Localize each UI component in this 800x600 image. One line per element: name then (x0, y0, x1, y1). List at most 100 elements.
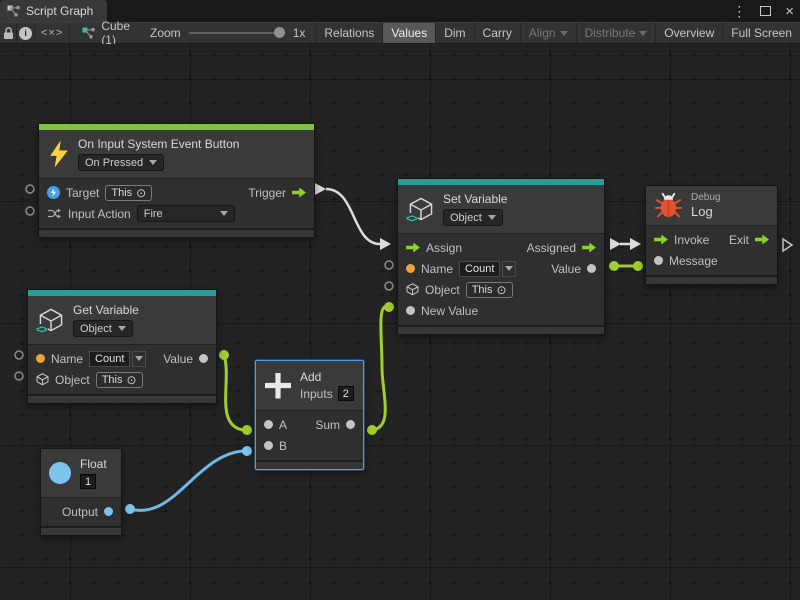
kebab-menu-icon[interactable]: ⋮ (732, 4, 746, 18)
node-body: Name Count Value Object This⊙ (28, 345, 216, 394)
node-header: On Input System Event Button On Pressed (39, 130, 314, 179)
assigned-flow-icon[interactable] (582, 243, 596, 253)
node-debug-log[interactable]: Debug Log Invoke Exit Message (645, 185, 778, 285)
variable-cube-icon: <> (38, 308, 64, 333)
float-value-field[interactable]: 1 (80, 474, 96, 489)
variable-name-dropdown[interactable]: Count (459, 261, 516, 277)
output-port-icon[interactable] (104, 507, 113, 516)
align-button[interactable]: Align (520, 23, 576, 43)
info-icon: i (19, 27, 32, 40)
wire-float-to-b (130, 451, 243, 510)
invoke-flow-icon[interactable] (654, 235, 668, 245)
node-title: On Input System Event Button (78, 137, 239, 151)
input-action-icon (47, 207, 62, 220)
new-value-port-icon[interactable] (406, 306, 415, 315)
node-footer (39, 228, 314, 237)
value-port-icon[interactable] (199, 354, 208, 363)
code-preview-button[interactable]: <×> (35, 23, 70, 43)
message-input-port[interactable] (633, 261, 643, 271)
output-row: Output (41, 501, 121, 522)
inputs-count-field[interactable]: 2 (338, 386, 354, 401)
node-footer (256, 460, 363, 469)
object-value-button[interactable]: This⊙ (466, 282, 513, 298)
set-object-port[interactable] (385, 282, 393, 290)
name-label: Name (421, 262, 453, 276)
node-float[interactable]: Float 1 Output (40, 448, 122, 536)
carry-button[interactable]: Carry (474, 23, 520, 43)
node-header: <> Get Variable Object (28, 296, 216, 345)
get-object-port[interactable] (15, 372, 23, 380)
get-value-output-port[interactable] (219, 350, 229, 360)
add-a-input-port[interactable] (242, 425, 252, 435)
node-add[interactable]: Add Inputs 2 A Sum B (255, 360, 364, 470)
graph-toolbar: i <×> Cube (1) Zoom 1x Relations Values … (0, 22, 800, 44)
sum-output-port[interactable] (367, 425, 377, 435)
values-button[interactable]: Values (382, 23, 435, 43)
exit-flow-icon[interactable] (755, 235, 769, 245)
input-action-label: Input Action (68, 207, 131, 221)
close-icon[interactable]: × (785, 4, 794, 19)
value-port-icon[interactable] (587, 264, 596, 273)
node-on-input-system-event[interactable]: On Input System Event Button On Pressed … (38, 123, 315, 238)
overview-button[interactable]: Overview (655, 23, 722, 43)
value-output-port[interactable] (609, 261, 619, 271)
set-name-port[interactable] (385, 261, 393, 269)
message-row: Message (646, 250, 777, 271)
invoke-input-port[interactable] (630, 238, 641, 250)
target-value-button[interactable]: This⊙ (105, 185, 152, 201)
string-port-icon[interactable] (36, 354, 45, 363)
sum-port-icon[interactable] (346, 420, 355, 429)
assign-input-port[interactable] (380, 238, 391, 250)
b-port-icon[interactable] (264, 441, 273, 450)
assign-flow-icon[interactable] (406, 243, 420, 253)
output-label: Output (62, 505, 98, 519)
trigger-flow-icon[interactable] (292, 188, 306, 198)
name-row: Name Count Value (28, 348, 216, 369)
code-brackets-icon: <> (35, 324, 48, 336)
info-button[interactable]: i (17, 23, 34, 43)
graph-breadcrumb[interactable]: Cube (1) (70, 23, 140, 43)
dim-button[interactable]: Dim (435, 23, 473, 43)
zoom-slider[interactable] (189, 27, 285, 39)
node-header: Float 1 (41, 449, 121, 498)
add-b-input-port[interactable] (242, 446, 252, 456)
graph-canvas[interactable]: On Input System Event Button On Pressed … (0, 44, 800, 600)
object-cube-icon (36, 373, 49, 386)
node-footer (646, 275, 777, 284)
maximize-icon[interactable] (760, 6, 771, 16)
window-controls: ⋮ × (732, 0, 794, 22)
new-value-label: New Value (421, 304, 478, 318)
fullscreen-button[interactable]: Full Screen (722, 23, 800, 43)
event-action-port[interactable] (26, 207, 34, 215)
relations-button[interactable]: Relations (315, 23, 382, 43)
trigger-output-port[interactable] (315, 183, 326, 195)
self-target-icon: ⊙ (136, 187, 146, 199)
message-port-icon[interactable] (654, 256, 663, 265)
event-mode-dropdown[interactable]: On Pressed (78, 154, 164, 171)
exit-output-port[interactable] (783, 239, 792, 251)
node-body: Invoke Exit Message (646, 226, 777, 275)
tab-script-graph[interactable]: Script Graph (0, 0, 107, 22)
assigned-output-port[interactable] (610, 238, 621, 250)
newvalue-input-port[interactable] (384, 302, 394, 312)
zoom-control: Zoom 1x (140, 23, 315, 43)
variable-scope-dropdown[interactable]: Object (443, 209, 503, 226)
zoom-slider-track[interactable] (189, 32, 285, 34)
a-port-icon[interactable] (264, 420, 273, 429)
variable-scope-dropdown[interactable]: Object (73, 320, 133, 337)
input-action-dropdown[interactable]: Fire (137, 205, 235, 222)
float-output-port[interactable] (125, 504, 135, 514)
node-title: Set Variable (443, 192, 507, 206)
object-value-button[interactable]: This⊙ (96, 372, 143, 388)
lock-button[interactable] (0, 23, 17, 43)
variable-name-dropdown[interactable]: Count (89, 351, 146, 367)
distribute-button[interactable]: Distribute (576, 23, 656, 43)
zoom-slider-knob[interactable] (274, 27, 285, 38)
get-name-port[interactable] (15, 351, 23, 359)
value-label: Value (551, 262, 581, 276)
node-set-variable[interactable]: <> Set Variable Object Assign Assigned (397, 178, 605, 335)
event-target-port[interactable] (26, 185, 34, 193)
string-port-icon[interactable] (406, 264, 415, 273)
node-get-variable[interactable]: <> Get Variable Object Name Count Value (27, 289, 217, 404)
assign-row: Assign Assigned (398, 237, 604, 258)
